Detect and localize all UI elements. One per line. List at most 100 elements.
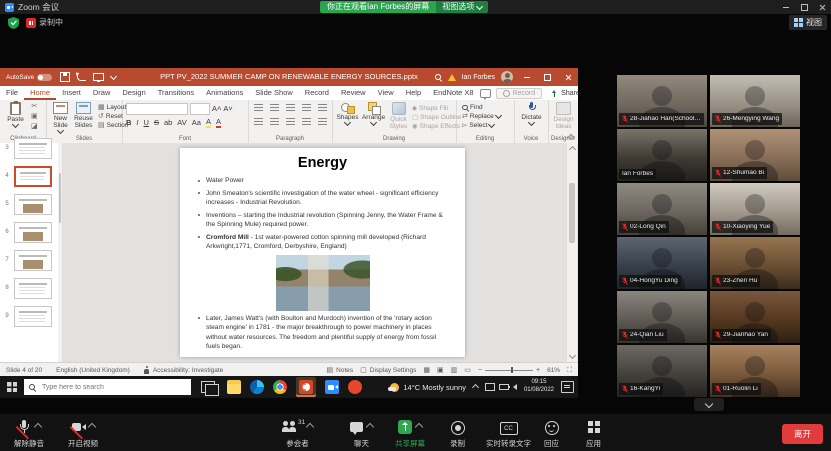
tab-home[interactable]: Home (24, 86, 56, 100)
ppt-minimize-button[interactable] (519, 68, 534, 86)
search-input[interactable] (40, 383, 174, 392)
edge-icon[interactable] (250, 380, 264, 394)
thumbnail-row[interactable]: 4 (0, 163, 62, 189)
slide-thumbnail-selected[interactable] (14, 166, 52, 187)
notes-button[interactable]: ▤Notes (327, 367, 354, 374)
view-options-button[interactable]: 视图选项 (436, 1, 488, 13)
chevron-up-icon[interactable] (33, 423, 41, 431)
share-button[interactable]: Share (547, 89, 584, 98)
live-transcript-button[interactable]: CC 实时转录文字 (486, 420, 531, 449)
underline-button[interactable]: U (144, 119, 149, 127)
copy-icon[interactable]: ▣ (31, 113, 38, 120)
participant-tile[interactable]: 10-Xiaoying Yue (710, 183, 800, 235)
task-view-icon[interactable] (201, 381, 215, 393)
taskbar-clock[interactable]: 09:1501/08/2022 (524, 379, 554, 395)
display-settings-button[interactable]: ▢Display Settings (360, 367, 416, 374)
undo-icon[interactable] (77, 74, 86, 81)
minimize-button[interactable] (777, 0, 795, 14)
replace-button[interactable]: ⇄Replace (462, 113, 501, 120)
slide-canvas[interactable]: Energy Water Power John Smeaton's scient… (180, 148, 465, 357)
ppt-close-button[interactable] (561, 68, 576, 86)
start-video-button[interactable]: 开启视频 (68, 420, 98, 449)
chevron-up-icon[interactable] (87, 423, 95, 431)
thumbnail-row[interactable]: 9 (0, 303, 62, 329)
bold-button[interactable]: B (126, 119, 131, 127)
thumbnail-row[interactable]: 8 (0, 275, 62, 301)
tray-expand-icon[interactable] (472, 383, 479, 390)
slide-thumbnail[interactable] (14, 278, 52, 299)
record-button[interactable]: 录制 (450, 420, 465, 449)
search-icon[interactable] (435, 74, 442, 81)
thumbnail-scrollbar[interactable] (58, 143, 62, 362)
save-icon[interactable] (60, 72, 70, 82)
zoom-level[interactable]: 61% (547, 367, 560, 374)
unmute-button[interactable]: 解除静音 (14, 420, 44, 449)
tab-slide-show[interactable]: Slide Show (249, 86, 299, 100)
strikethrough-button[interactable]: S (154, 119, 159, 127)
thumbnail-row[interactable]: 7 (0, 247, 62, 273)
reading-view-icon[interactable]: ▥ (451, 367, 458, 374)
view-button[interactable]: 视图 (789, 15, 827, 30)
apps-button[interactable]: 应用 (586, 420, 601, 449)
participant-tile[interactable]: 29-Jianhao Yan (710, 291, 800, 343)
shape-outline-button[interactable]: ▢Shape Outline (412, 113, 461, 121)
indent-decrease-icon[interactable] (286, 104, 295, 112)
text-shadow-button[interactable]: ab (164, 119, 172, 127)
columns-icon[interactable] (318, 118, 327, 126)
ppt-restore-button[interactable] (540, 68, 555, 86)
fit-slide-icon[interactable]: ⛶ (567, 367, 572, 374)
slide-thumbnail[interactable] (14, 194, 52, 215)
tab-endnote[interactable]: EndNote X8 (427, 86, 479, 100)
participant-tile[interactable]: 12-Shumao Bi (710, 129, 800, 181)
close-button[interactable] (813, 0, 831, 14)
action-center-icon[interactable] (561, 381, 574, 393)
normal-view-icon[interactable]: ▦ (423, 367, 430, 374)
slide-thumbnail-panel[interactable]: 3 4 5 6 7 8 9 (0, 143, 63, 362)
slideshow-icon[interactable]: ▭ (464, 367, 471, 374)
bullets-icon[interactable] (254, 104, 263, 112)
chevron-up-icon[interactable] (366, 423, 374, 431)
shape-effects-button[interactable]: ◉Shape Effects (412, 122, 460, 130)
font-size-select[interactable] (190, 103, 210, 115)
tab-record[interactable]: Record (299, 86, 335, 100)
present-icon[interactable] (93, 73, 104, 81)
design-ideas-button[interactable]: Design Ideas (550, 102, 577, 130)
change-case-button[interactable]: Aa (192, 119, 201, 127)
participant-tile[interactable]: 23-Zhen Hu (710, 237, 800, 289)
thumbnail-row[interactable]: 5 (0, 191, 62, 217)
participant-tile[interactable]: 24-Qian Liu (617, 291, 707, 343)
align-right-icon[interactable] (286, 118, 295, 126)
chevron-up-icon[interactable] (306, 423, 314, 431)
system-tray-icons[interactable] (485, 383, 517, 391)
zoom-taskbar-icon[interactable] (325, 380, 339, 394)
scroll-down-icon[interactable] (569, 352, 576, 359)
share-screen-button[interactable]: 共享屏幕 (395, 420, 425, 449)
find-button[interactable]: Find (462, 104, 483, 111)
app-icon-red[interactable] (348, 380, 362, 394)
dictate-button[interactable]: Dictate (518, 102, 545, 125)
tab-insert[interactable]: Insert (56, 86, 87, 100)
font-name-select[interactable] (126, 103, 188, 115)
slide-thumbnail[interactable] (14, 222, 52, 243)
tab-help[interactable]: Help (400, 86, 427, 100)
slide-thumbnail[interactable] (14, 138, 52, 159)
participant-tile[interactable]: 01-Ruolin Li (710, 345, 800, 397)
start-button[interactable] (0, 376, 24, 398)
slide-thumbnail[interactable] (14, 306, 52, 327)
arrange-button[interactable]: Arrange (360, 102, 387, 125)
scroll-up-icon[interactable] (569, 146, 576, 153)
accessibility-status[interactable]: Accessibility: Investigate (144, 366, 223, 375)
participant-tile[interactable]: 26-Mengying Wang (710, 75, 800, 127)
shape-fill-button[interactable]: ◆Shape Fill (412, 104, 448, 112)
character-spacing-button[interactable]: AV (177, 119, 186, 127)
grow-font-icon[interactable]: A˄ (212, 105, 221, 113)
weather-widget[interactable]: 14°C Mostly sunny (390, 383, 466, 392)
quick-styles-button[interactable]: Quick Styles (385, 102, 412, 130)
tab-view[interactable]: View (372, 86, 400, 100)
autosave-toggle[interactable]: AutoSave (6, 74, 52, 81)
indent-increase-icon[interactable] (302, 104, 311, 112)
format-painter-icon[interactable]: ◪ (31, 123, 38, 130)
reset-button[interactable]: ↺Reset (98, 113, 123, 120)
account-avatar[interactable] (501, 71, 513, 83)
cut-icon[interactable]: ✂ (31, 103, 37, 110)
